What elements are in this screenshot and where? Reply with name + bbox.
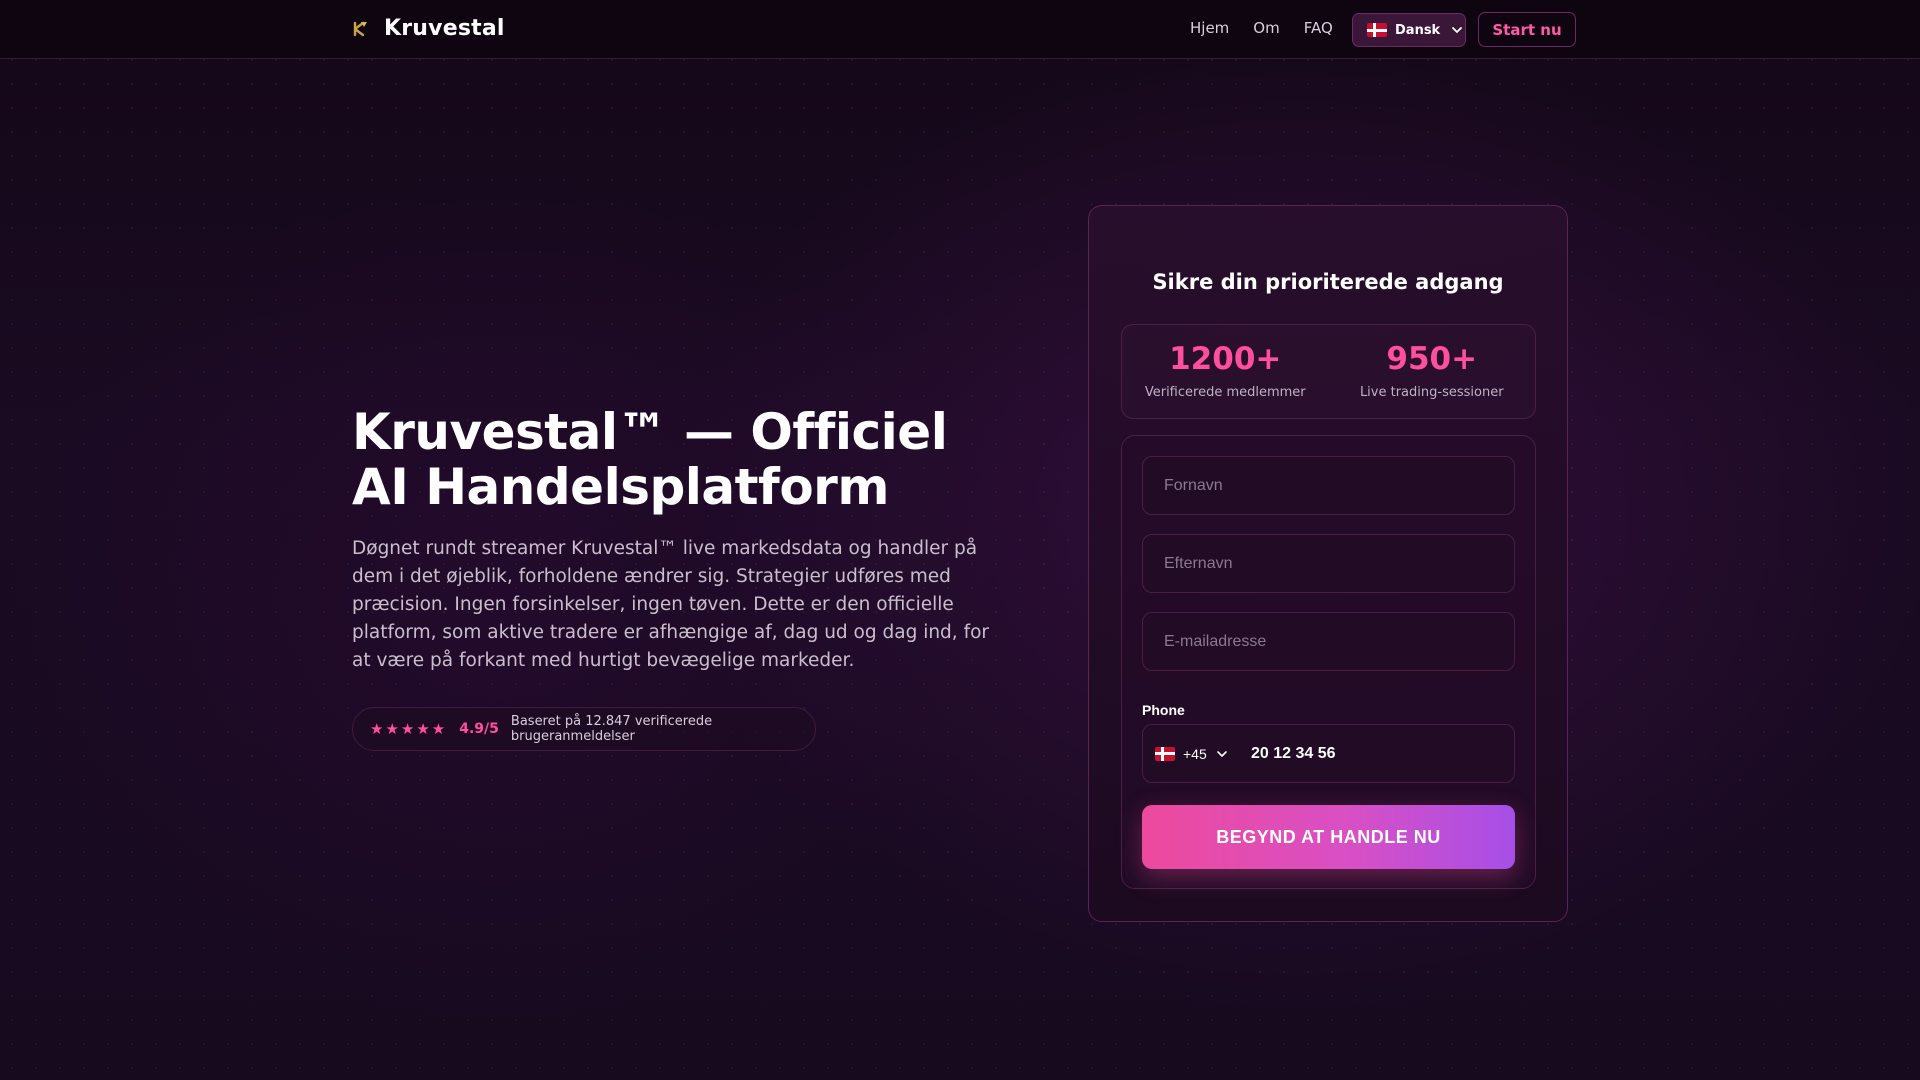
stat-members: 1200+ Verificerede medlemmer (1122, 325, 1329, 418)
rating-score: 4.9/5 (459, 721, 499, 737)
country-code-selector[interactable]: +45 (1143, 746, 1251, 762)
stats-panel: 1200+ Verificerede medlemmer 950+ Live t… (1121, 324, 1536, 419)
stat-value: 1200+ (1169, 341, 1282, 377)
nav-link-about[interactable]: Om (1253, 19, 1279, 37)
language-label: Dansk (1395, 22, 1441, 38)
last-name-input[interactable] (1164, 554, 1514, 573)
top-navigation: Kruvestal Hjem Om FAQ Dansk Start nu (0, 0, 1920, 59)
stat-label: Verificerede medlemmer (1144, 385, 1306, 400)
signup-form: Phone +45 BEGYND AT HANDLE NU (1121, 435, 1536, 889)
star-rating-icon: ★★★★★ (370, 720, 448, 738)
nav-links: Hjem Om FAQ (1190, 19, 1333, 37)
kruvestal-logo-icon (352, 20, 370, 38)
phone-input[interactable] (1251, 744, 1491, 763)
denmark-flag-icon (1155, 746, 1175, 761)
stat-sessions: 950+ Live trading-sessioner (1329, 325, 1536, 418)
brand-name: Kruvestal (384, 16, 505, 41)
start-trading-button[interactable]: BEGYND AT HANDLE NU (1142, 805, 1515, 869)
denmark-flag-icon (1367, 23, 1387, 37)
phone-field: +45 (1142, 724, 1515, 783)
email-field-wrapper (1142, 612, 1515, 671)
stat-label: Live trading-sessioner (1359, 385, 1504, 400)
first-name-input[interactable] (1164, 476, 1514, 495)
stat-value: 950+ (1386, 341, 1478, 377)
country-code: +45 (1183, 745, 1207, 762)
nav-link-faq[interactable]: FAQ (1304, 19, 1333, 37)
nav-link-home[interactable]: Hjem (1190, 19, 1229, 37)
chevron-down-icon (1216, 750, 1227, 757)
hero-description: Døgnet rundt streamer Kruvestal™ live ma… (352, 538, 990, 671)
email-input[interactable] (1164, 632, 1514, 651)
language-selector[interactable]: Dansk (1352, 13, 1466, 47)
chevron-down-icon (1452, 27, 1463, 33)
start-now-button[interactable]: Start nu (1478, 12, 1576, 47)
phone-label: Phone (1142, 702, 1185, 718)
rating-badge: ★★★★★ 4.9/5 Baseret på 12.847 verificere… (352, 707, 816, 751)
rating-text: Baseret på 12.847 verificerede brugeranm… (510, 714, 713, 744)
last-name-field-wrapper (1142, 534, 1515, 593)
brand-logo[interactable]: Kruvestal (352, 16, 505, 41)
hero-title: Kruvestal™ — Officiel AI Handelsplatform (352, 403, 948, 516)
card-title: Sikre din prioriterede adgang (1152, 270, 1504, 294)
first-name-field-wrapper (1142, 456, 1515, 515)
signup-card: Sikre din prioriterede adgang 1200+ Veri… (1088, 205, 1568, 922)
